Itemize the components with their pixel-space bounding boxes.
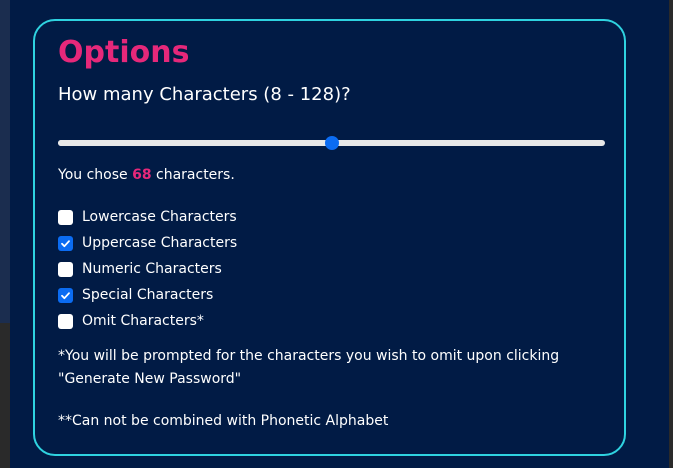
character-options-list: Lowercase Characters Uppercase Character… — [58, 204, 237, 334]
option-special[interactable]: Special Characters — [58, 282, 237, 308]
option-lowercase[interactable]: Lowercase Characters — [58, 204, 237, 230]
numeric-label: Numeric Characters — [82, 261, 222, 277]
checkmark-icon — [61, 291, 70, 299]
checkmark-icon — [61, 239, 70, 247]
options-card: Options How many Characters (8 - 128)? Y… — [33, 19, 626, 456]
length-slider-thumb[interactable] — [324, 136, 339, 150]
length-question: How many Characters (8 - 128)? — [58, 84, 351, 105]
right-edge-strip — [669, 0, 673, 468]
options-title: Options — [58, 35, 190, 70]
chosen-length-count: 68 — [132, 167, 152, 183]
length-slider-fill — [58, 140, 332, 146]
omit-label: Omit Characters* — [82, 313, 204, 329]
special-label: Special Characters — [82, 287, 214, 303]
lowercase-label: Lowercase Characters — [82, 209, 237, 225]
chosen-length-suffix: characters. — [151, 167, 235, 183]
omit-checkbox[interactable] — [58, 313, 73, 329]
special-checkbox[interactable] — [58, 287, 73, 303]
left-edge-strip-bottom — [0, 323, 10, 468]
length-slider[interactable] — [58, 136, 605, 150]
phonetic-note: **Can not be combined with Phonetic Alph… — [58, 413, 389, 429]
option-uppercase[interactable]: Uppercase Characters — [58, 230, 237, 256]
option-numeric[interactable]: Numeric Characters — [58, 256, 237, 282]
lowercase-checkbox[interactable] — [58, 209, 73, 225]
uppercase-label: Uppercase Characters — [82, 235, 238, 251]
option-omit[interactable]: Omit Characters* — [58, 308, 237, 334]
numeric-checkbox[interactable] — [58, 261, 73, 277]
uppercase-checkbox[interactable] — [58, 235, 73, 251]
omit-note: *You will be prompted for the characters… — [58, 348, 560, 387]
chosen-length-text: You chose 68 characters. — [58, 165, 235, 185]
chosen-length-prefix: You chose — [58, 167, 133, 183]
